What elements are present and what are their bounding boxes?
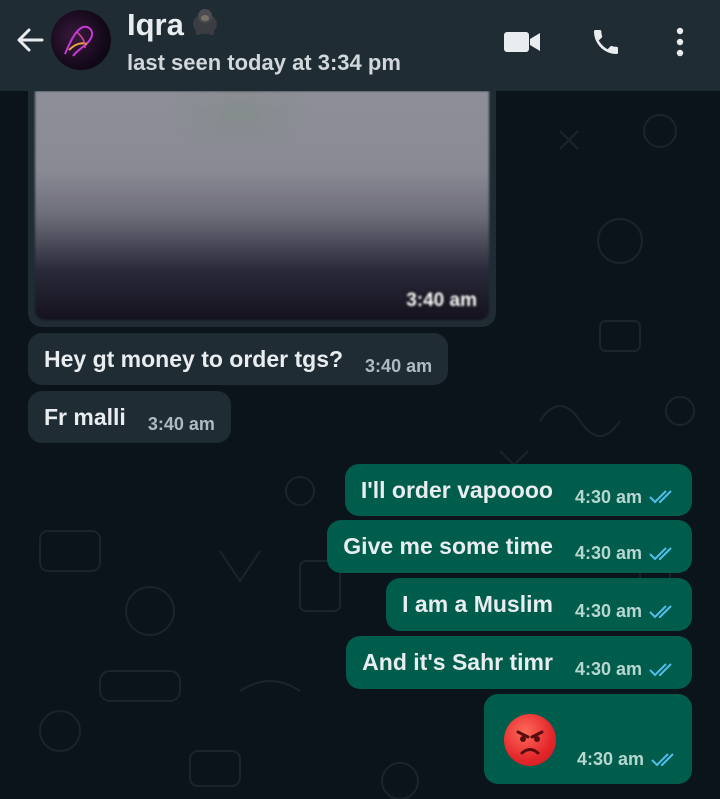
outgoing-message[interactable]: I am a Muslim 4:30 am: [386, 578, 692, 631]
read-receipt-icon: [648, 662, 676, 678]
message-time: 3:40 am: [365, 355, 433, 376]
voice-call-button[interactable]: [584, 22, 628, 66]
outgoing-message[interactable]: I'll order vapoooo 4:30 am: [344, 464, 692, 516]
message-time: 4:30 am: [574, 659, 642, 679]
image-attachment[interactable]: 3:40 am: [35, 91, 489, 320]
message-time: 4:30 am: [574, 486, 642, 507]
message-text: And it's Sahr timr: [362, 649, 553, 675]
back-arrow-icon: [14, 24, 46, 61]
message-time: 4:30 am: [576, 749, 644, 769]
outgoing-message[interactable]: And it's Sahr timr 4:30 am: [346, 636, 692, 689]
message-time: 4:30 am: [574, 601, 642, 621]
back-button[interactable]: [8, 20, 52, 64]
read-receipt-icon: [648, 489, 676, 505]
contact-name-row[interactable]: Iqra: [127, 6, 220, 44]
chat-area[interactable]: 3:40 am Hey gt money to order tgs? 3:40 …: [0, 91, 720, 799]
more-options-icon: [675, 27, 685, 62]
contact-avatar[interactable]: [51, 10, 111, 70]
read-receipt-icon: [648, 546, 676, 562]
last-seen-status: last seen today at 3:34 pm: [127, 50, 401, 75]
outgoing-message[interactable]: Give me some time 4:30 am: [327, 520, 692, 573]
message-time: 3:40 am: [147, 413, 215, 434]
incoming-message[interactable]: Fr malli 3:40 am: [28, 391, 231, 443]
message-text: Fr malli: [44, 403, 126, 430]
video-call-icon: [503, 29, 541, 60]
message-text: Hey gt money to order tgs?: [44, 345, 344, 372]
video-call-button[interactable]: [500, 22, 544, 66]
angry-face-emoji-icon: [504, 714, 556, 766]
message-text: Give me some time: [343, 533, 553, 559]
read-receipt-icon: [648, 604, 676, 620]
read-receipt-icon: [650, 752, 678, 768]
gorilla-emoji-icon: [190, 6, 220, 44]
message-time: 4:30 am: [574, 543, 642, 563]
incoming-message[interactable]: Hey gt money to order tgs? 3:40 am: [28, 333, 449, 385]
message-text: I am a Muslim: [402, 591, 553, 617]
contact-name: Iqra: [127, 7, 184, 42]
message-time: 3:40 am: [406, 290, 477, 311]
image-message[interactable]: 3:40 am: [28, 91, 496, 327]
more-options-button[interactable]: [658, 22, 702, 66]
message-text: I'll order vapoooo: [360, 476, 553, 503]
chat-header: Iqra last seen today at 3:34 pm: [0, 0, 720, 91]
phone-call-icon: [590, 26, 622, 63]
outgoing-message[interactable]: 4:30 am: [484, 694, 692, 784]
